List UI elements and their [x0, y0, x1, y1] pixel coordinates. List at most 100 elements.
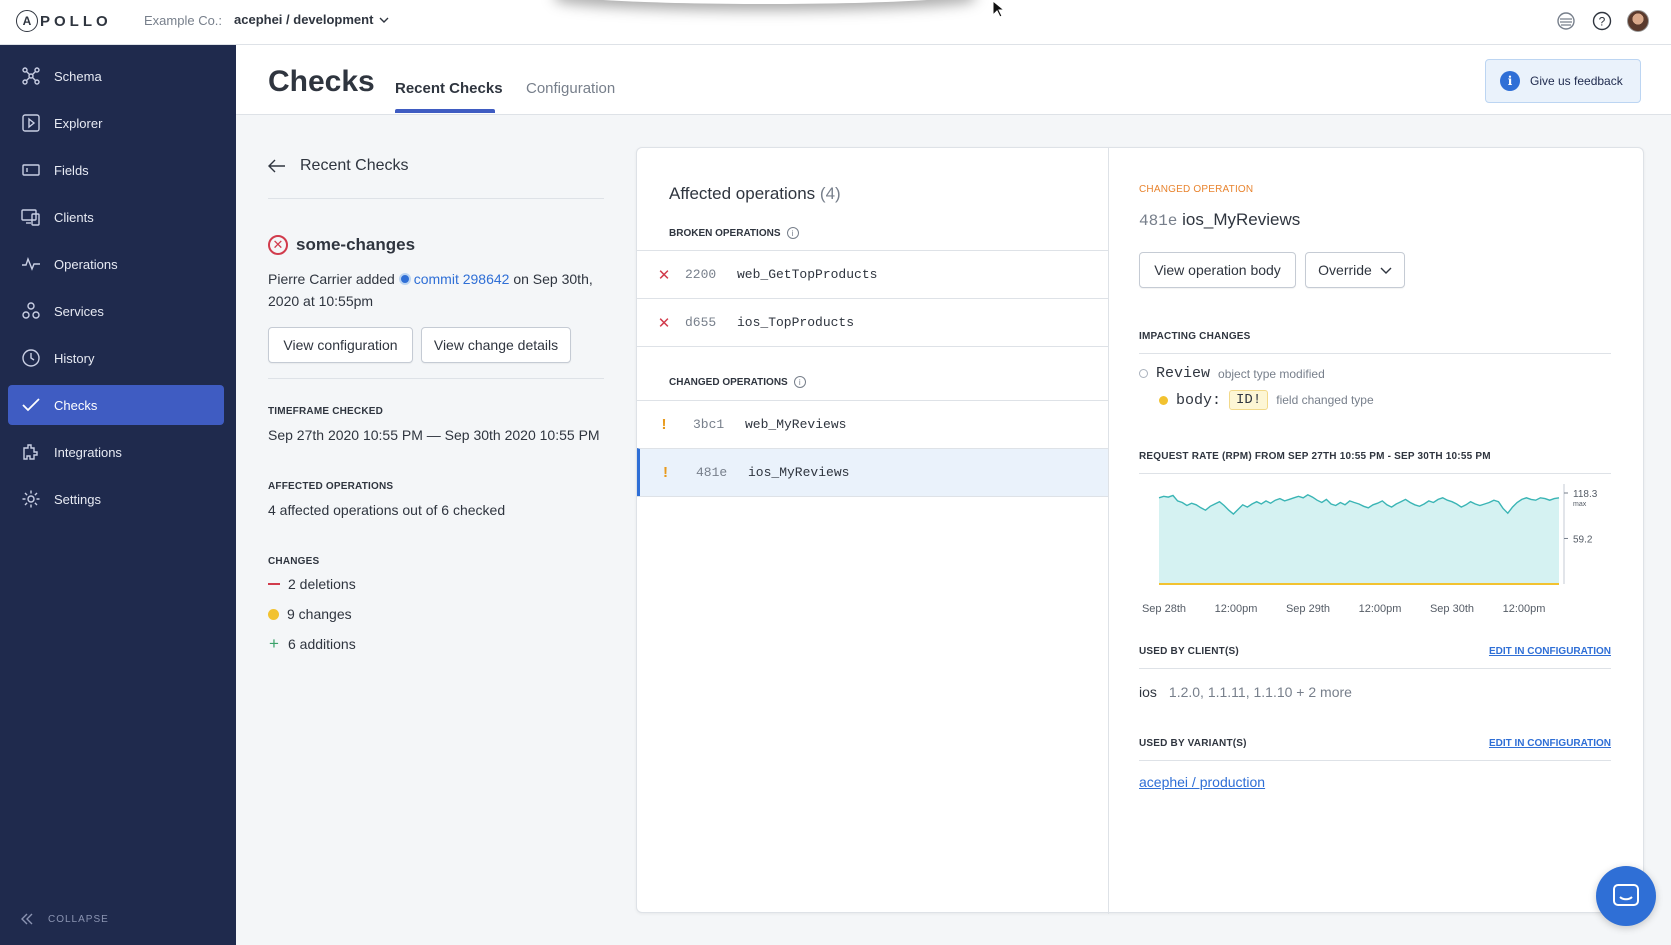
view-configuration-button[interactable]: View configuration: [268, 327, 413, 363]
sidebar-item-integrations[interactable]: Integrations: [8, 432, 224, 472]
sidebar-item-explorer[interactable]: Explorer: [8, 103, 224, 143]
failed-status-icon: ✕: [268, 235, 288, 255]
changed-operation-title: 481e ios_MyReviews: [1139, 210, 1300, 230]
type-change-desc: object type modified: [1218, 366, 1325, 381]
divider: [637, 346, 1108, 347]
impacting-change-field: body: ID! field changed type: [1159, 390, 1374, 410]
page-header: Checks Recent Checks Configuration i Giv…: [236, 45, 1671, 115]
stacked-layers-icon[interactable]: [1555, 10, 1577, 32]
impacting-change-type: Review object type modified: [1139, 365, 1325, 382]
broken-x-icon: ✕: [657, 266, 671, 284]
x-tick-label: 12:00pm: [1503, 603, 1546, 615]
collapse-sidebar-button[interactable]: COLLAPSE: [20, 913, 109, 925]
fields-icon: [20, 159, 42, 181]
broken-x-icon: ✕: [657, 314, 671, 332]
operation-row-selected[interactable]: ! 481e ios_MyReviews: [637, 448, 1108, 496]
operation-hash: 2200: [685, 267, 717, 282]
schema-icon: [20, 65, 42, 87]
request-rate-chart: 118.3max 59.2 Sep 28th 12:00pm Sep 29th 12:00…: [1142, 484, 1598, 615]
clients-icon: [20, 206, 42, 228]
edit-clients-link[interactable]: EDIT IN CONFIGURATION: [1489, 646, 1611, 657]
checks-icon: [20, 394, 42, 416]
tab-configuration[interactable]: Configuration: [526, 80, 615, 97]
timeframe-value: Sep 27th 2020 10:55 PM — Sep 30th 2020 1…: [268, 427, 600, 443]
divider: [1139, 353, 1611, 354]
graph-variant-label: acephei / development: [234, 12, 374, 27]
back-to-recent-checks[interactable]: Recent Checks: [268, 157, 409, 175]
operation-name: ios_MyReviews: [748, 465, 850, 480]
changes-label: CHANGES: [268, 556, 320, 567]
field-type-chip: ID!: [1229, 390, 1269, 410]
edit-variants-link[interactable]: EDIT IN CONFIGURATION: [1489, 738, 1611, 749]
divider: [637, 496, 1108, 497]
y-tick-sublabel: max: [1573, 501, 1587, 508]
commit-link[interactable]: commit 298642: [398, 271, 509, 287]
divider: [1139, 760, 1611, 761]
override-dropdown[interactable]: Override: [1305, 252, 1405, 288]
chart-area: [1159, 494, 1559, 584]
svg-text:?: ?: [1599, 15, 1606, 29]
deletions-value: 2 deletions: [288, 576, 356, 592]
operation-row[interactable]: ! 3bc1 web_MyReviews: [637, 400, 1108, 448]
view-operation-body-button[interactable]: View operation body: [1139, 252, 1296, 288]
sidebar-item-label: History: [54, 350, 95, 366]
affected-operations-title: Affected operations (4): [669, 184, 841, 204]
type-name: Review: [1156, 365, 1211, 382]
change-icon: [268, 608, 279, 620]
sidebar-item-services[interactable]: Services: [8, 291, 224, 331]
github-icon: [398, 273, 411, 285]
graph-variant-switcher[interactable]: acephei / development: [234, 12, 389, 27]
used-by-clients-label: USED BY CLIENT(S): [1139, 646, 1239, 657]
variant-link[interactable]: acephei / production: [1139, 774, 1265, 790]
apollo-logo[interactable]: A POLLO: [16, 10, 112, 32]
chevron-down-icon: [379, 17, 389, 23]
sidebar-item-label: Fields: [54, 162, 89, 178]
ops-title-text: Affected operations: [669, 184, 816, 203]
sidebar-item-label: Settings: [54, 491, 101, 507]
give-feedback-button[interactable]: i Give us feedback: [1485, 59, 1641, 103]
divider: [268, 378, 604, 379]
field-change-desc: field changed type: [1276, 393, 1374, 407]
info-icon[interactable]: i: [786, 227, 799, 239]
warning-exclamation-icon: !: [661, 416, 667, 433]
sidebar-item-label: Explorer: [54, 115, 103, 131]
operation-row[interactable]: ✕ 2200 web_GetTopProducts: [637, 250, 1108, 298]
help-icon[interactable]: ?: [1591, 10, 1613, 32]
y-tick-label: 118.3: [1573, 489, 1598, 500]
user-avatar[interactable]: [1627, 10, 1649, 32]
impacting-changes-label: IMPACTING CHANGES: [1139, 331, 1251, 342]
divider: [268, 198, 604, 199]
tab-recent-checks[interactable]: Recent Checks: [395, 80, 503, 97]
sidebar-item-checks[interactable]: Checks: [8, 385, 224, 425]
info-icon[interactable]: i: [793, 376, 806, 388]
sidebar-item-history[interactable]: History: [8, 338, 224, 378]
x-tick-label: Sep 29th: [1286, 603, 1330, 615]
info-icon: i: [1500, 71, 1520, 91]
sidebar-item-settings[interactable]: Settings: [8, 479, 224, 519]
divider: [1139, 668, 1611, 669]
view-change-details-button[interactable]: View change details: [421, 327, 571, 363]
operation-hash: 481e: [696, 465, 728, 480]
sidebar-item-label: Clients: [54, 209, 94, 225]
sidebar-item-schema[interactable]: Schema: [8, 56, 224, 96]
used-by-variants-label: USED BY VARIANT(S): [1139, 738, 1247, 749]
sidebar-item-label: Schema: [54, 68, 102, 84]
sidebar-item-operations[interactable]: Operations: [8, 244, 224, 284]
explorer-icon: [20, 112, 42, 134]
timeframe-label: TIMEFRAME CHECKED: [268, 406, 384, 417]
active-tab-indicator: [395, 109, 495, 113]
y-tick-label: 59.2: [1573, 534, 1593, 545]
arrow-left-icon: [268, 159, 285, 173]
check-name: some-changes: [296, 235, 416, 254]
changed-operations-label: CHANGED OPERATIONS: [669, 376, 788, 388]
chat-support-button[interactable]: [1596, 866, 1656, 926]
changes-value: 9 changes: [287, 606, 352, 622]
type-change-icon: [1139, 369, 1148, 378]
client-row: ios 1.2.0, 1.1.11, 1.1.10 + 2 more: [1139, 684, 1352, 700]
operation-row[interactable]: ✕ d655 ios_TopProducts: [637, 298, 1108, 346]
sidebar-item-label: Integrations: [54, 444, 122, 460]
sidebar-item-fields[interactable]: Fields: [8, 150, 224, 190]
sidebar-item-clients[interactable]: Clients: [8, 197, 224, 237]
ops-count: (4): [819, 184, 841, 203]
card-divider: [1108, 148, 1109, 914]
